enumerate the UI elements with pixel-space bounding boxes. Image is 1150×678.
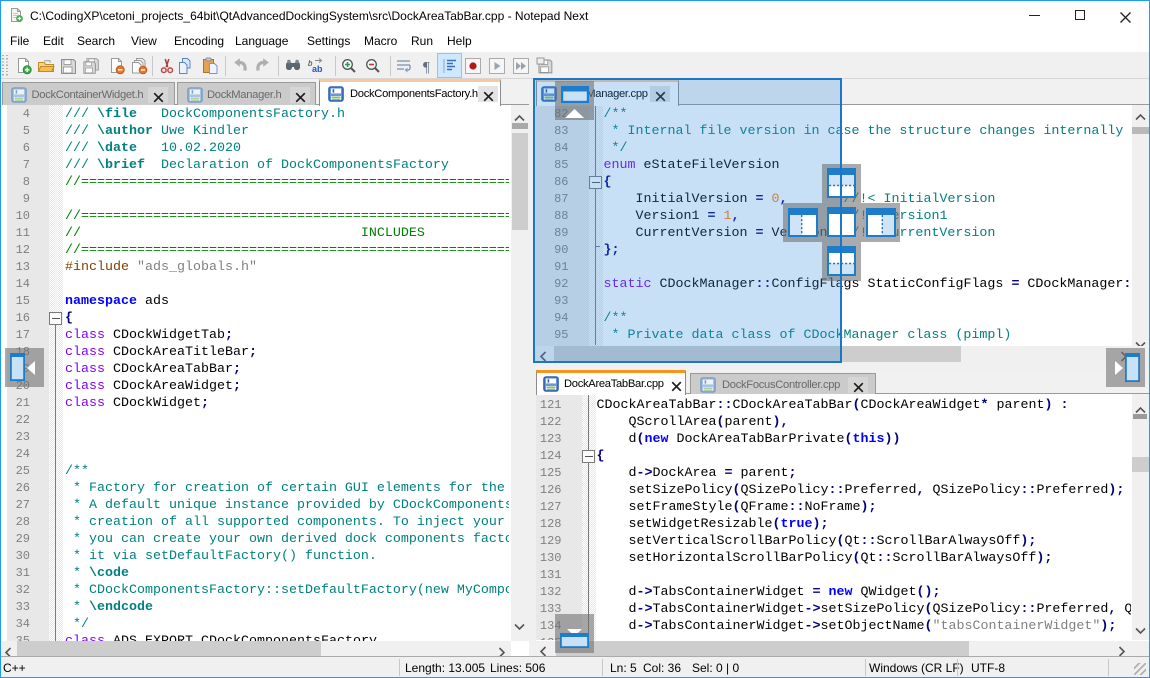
svg-text:¶: ¶ <box>423 60 430 76</box>
svg-text:ab: ab <box>312 64 323 74</box>
